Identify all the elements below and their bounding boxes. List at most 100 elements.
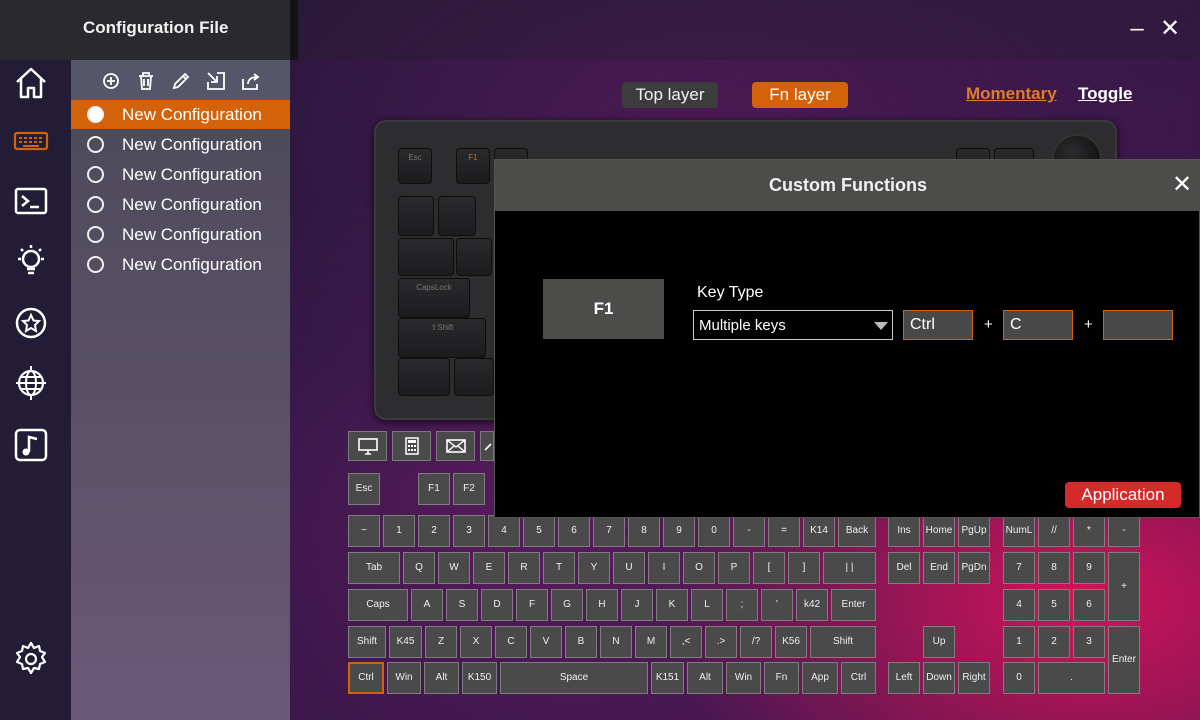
calculator-key[interactable]	[392, 431, 431, 461]
key-tab[interactable]: Tab	[348, 552, 400, 584]
key[interactable]: 1	[383, 515, 415, 547]
key-right[interactable]: Right	[958, 662, 990, 694]
key[interactable]: K56	[775, 626, 807, 658]
star-badge-icon[interactable]	[12, 304, 50, 342]
key[interactable]: 2	[418, 515, 450, 547]
dialog-close-button[interactable]: ✕	[1169, 172, 1195, 198]
key-end[interactable]: End	[923, 552, 955, 584]
key-caps[interactable]: Caps	[348, 589, 408, 621]
share-icon[interactable]	[240, 70, 262, 92]
key[interactable]: ]	[788, 552, 820, 584]
lightbulb-icon[interactable]	[12, 242, 50, 280]
key-down[interactable]: Down	[923, 662, 955, 694]
key-num-enter[interactable]: Enter	[1108, 626, 1140, 694]
key[interactable]: k42	[796, 589, 828, 621]
key-numlock[interactable]: NumL	[1003, 515, 1035, 547]
key[interactable]: 3	[453, 515, 485, 547]
settings-icon[interactable]	[12, 640, 50, 678]
configuration-radio[interactable]	[87, 106, 104, 123]
add-icon[interactable]	[100, 70, 122, 92]
key[interactable]: '	[761, 589, 793, 621]
key[interactable]: ;	[726, 589, 758, 621]
key-fn[interactable]: Fn	[764, 662, 799, 694]
top-layer-button[interactable]: Top layer	[622, 82, 718, 108]
momentary-link[interactable]: Momentary	[966, 84, 1057, 104]
key[interactable]: L	[691, 589, 723, 621]
key[interactable]: C	[495, 626, 527, 658]
key[interactable]: H	[586, 589, 618, 621]
music-icon[interactable]	[12, 426, 50, 464]
key[interactable]: X	[460, 626, 492, 658]
key-up[interactable]: Up	[923, 626, 955, 658]
key[interactable]: [	[753, 552, 785, 584]
key-num-7[interactable]: 7	[1003, 552, 1035, 584]
key-num-plus[interactable]: +	[1108, 552, 1140, 621]
key-shift-left[interactable]: Shift	[348, 626, 386, 658]
key-app[interactable]: App	[802, 662, 838, 694]
key[interactable]: ,<	[670, 626, 702, 658]
key-num-9[interactable]: 9	[1073, 552, 1105, 584]
key-num-8[interactable]: 8	[1038, 552, 1070, 584]
key[interactable]: 7	[593, 515, 625, 547]
key[interactable]: K151	[651, 662, 684, 694]
key[interactable]: A	[411, 589, 443, 621]
key-alt-left[interactable]: Alt	[424, 662, 459, 694]
key-num-multiply[interactable]: *	[1073, 515, 1105, 547]
globe-icon[interactable]	[12, 364, 50, 402]
key-num-minus[interactable]: -	[1108, 515, 1140, 547]
key-alt-right[interactable]: Alt	[687, 662, 723, 694]
configuration-item[interactable]: New Configuration	[71, 220, 290, 249]
configuration-item[interactable]: New Configuration	[71, 190, 290, 219]
combo-key-field-3[interactable]	[1103, 310, 1173, 340]
configuration-item[interactable]: New Configuration	[71, 130, 290, 159]
pencil-icon[interactable]	[170, 70, 192, 92]
key[interactable]: Q	[403, 552, 435, 584]
key[interactable]: /?	[740, 626, 772, 658]
monitor-key[interactable]	[348, 431, 387, 461]
key[interactable]: K150	[462, 662, 497, 694]
key[interactable]: J	[621, 589, 653, 621]
key-ctrl-right[interactable]: Ctrl	[841, 662, 876, 694]
keyboard-icon[interactable]	[12, 122, 50, 160]
key[interactable]: ~	[348, 515, 380, 547]
key[interactable]: =	[768, 515, 800, 547]
key-backslash[interactable]: | |	[823, 552, 876, 584]
fn-layer-button[interactable]: Fn layer	[752, 82, 848, 108]
key-num-decimal[interactable]: .	[1038, 662, 1105, 694]
key[interactable]: 8	[628, 515, 660, 547]
configuration-item[interactable]: New Configuration	[71, 250, 290, 279]
key[interactable]: Z	[425, 626, 457, 658]
key-ctrl-left[interactable]: Ctrl	[348, 662, 384, 694]
home-icon[interactable]	[12, 64, 50, 102]
close-window-button[interactable]: ✕	[1155, 14, 1185, 44]
key[interactable]: F	[516, 589, 548, 621]
key[interactable]: 0	[698, 515, 730, 547]
key[interactable]: 5	[523, 515, 555, 547]
key[interactable]: -	[733, 515, 765, 547]
key[interactable]: B	[565, 626, 597, 658]
key-backspace[interactable]: Back	[838, 515, 876, 547]
configuration-radio[interactable]	[87, 196, 104, 213]
key-pgup[interactable]: PgUp	[958, 515, 990, 547]
configuration-radio[interactable]	[87, 166, 104, 183]
key-left[interactable]: Left	[888, 662, 920, 694]
key-num-0[interactable]: 0	[1003, 662, 1035, 694]
key-shift-right[interactable]: Shift	[810, 626, 876, 658]
key-type-select[interactable]: Multiple keys	[693, 310, 893, 340]
key[interactable]: N	[600, 626, 632, 658]
key[interactable]: 4	[488, 515, 520, 547]
key-esc[interactable]: Esc	[348, 473, 380, 505]
key-num-4[interactable]: 4	[1003, 589, 1035, 621]
key[interactable]: .>	[705, 626, 737, 658]
key-num-divide[interactable]: //	[1038, 515, 1070, 547]
configuration-item[interactable]: New Configuration	[71, 100, 290, 129]
key[interactable]: K	[656, 589, 688, 621]
import-icon[interactable]	[205, 70, 227, 92]
key-num-2[interactable]: 2	[1038, 626, 1070, 658]
application-button[interactable]: Application	[1065, 482, 1181, 508]
minimize-button[interactable]: –	[1122, 14, 1152, 44]
key[interactable]: 6	[558, 515, 590, 547]
key[interactable]: Y	[578, 552, 610, 584]
key[interactable]: P	[718, 552, 750, 584]
key[interactable]: M	[635, 626, 667, 658]
